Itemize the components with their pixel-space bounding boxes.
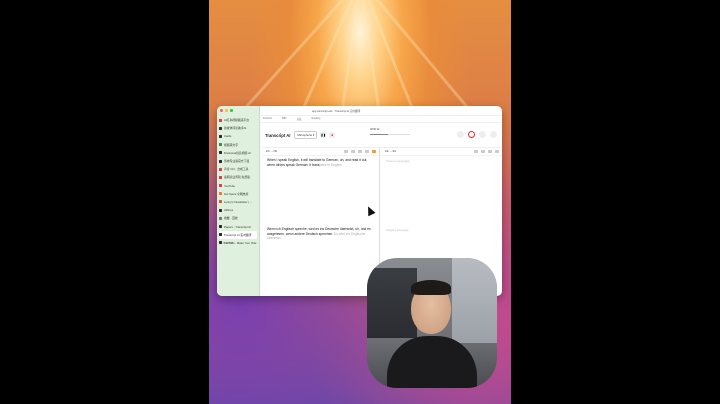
new-tab-button[interactable]: + New Tab <box>221 242 233 245</box>
sidebar-tab-item[interactable]: YouTube <box>219 182 257 190</box>
favicon-icon <box>219 143 222 147</box>
sidebar-tab-label: 速刷商业剪辑 免费版 <box>224 175 250 180</box>
favicon-icon <box>219 159 222 163</box>
panel-toolbar: DE → EN <box>381 148 502 156</box>
source-transcript: When I speak English, it will translate … <box>267 158 375 167</box>
source-text-pending: lates to English <box>319 162 342 167</box>
translate-icon[interactable] <box>344 150 348 153</box>
favicon-icon <box>219 225 222 229</box>
favicon-icon <box>219 118 222 122</box>
sidebar-tab-label: 收藏 - 回收 <box>224 216 238 221</box>
panel-toolbar: EN → DE <box>262 148 379 156</box>
sidebar-tab-label: Lenny's Newsletter | ... <box>224 199 253 204</box>
speaker-icon[interactable] <box>372 150 376 153</box>
favicon-icon <box>219 233 222 237</box>
translate-icon[interactable] <box>474 150 478 153</box>
bookmarks-bar: Fanfictio BBF 总结 Reading <box>260 115 502 123</box>
language-pair[interactable]: EN → DE <box>266 150 277 153</box>
sidebar-tab-item[interactable]: 声音 Ctrl - 合成工具 <box>219 165 257 173</box>
sidebar-tab-item[interactable]: Airlines <box>219 206 257 214</box>
sidebar-tab-label: AI红书视频搬运平台 <box>224 118 250 123</box>
source-text: When I speak English, it will translate … <box>267 158 368 167</box>
target-transcript: Wenn ich Englisch spreche, wird es ins D… <box>267 227 375 241</box>
recording-timer: 00:00:12 <box>370 128 380 131</box>
bookmark-item[interactable]: 总结 <box>297 117 302 121</box>
user-icon[interactable] <box>490 131 497 138</box>
share-icon[interactable] <box>457 131 464 138</box>
favicon-icon <box>219 134 222 138</box>
sidebar-tab-item[interactable]: Transcript AI 实时翻译 <box>219 230 257 239</box>
favicon-icon <box>219 208 222 212</box>
favicon-icon <box>219 200 222 204</box>
sidebar: AI红书视频搬运平台 新媒体评论助手AI Cards 视频转文字 Dreamina创意视… <box>217 106 260 296</box>
target-placeholder: Target Language <box>386 228 409 232</box>
sidebar-tab-label: Airlines <box>224 208 234 213</box>
favicon-icon <box>219 167 222 171</box>
settings-icon[interactable] <box>479 131 486 138</box>
app-header: Transcript AI Microphone ▾ ❚❚ ■ 00:00:12 <box>260 123 502 147</box>
webcam-overlay <box>367 258 497 388</box>
sidebar-tab-list: AI红书视频搬运平台 新媒体评论助手AI Cards 视频转文字 Dreamina创意视… <box>219 116 257 247</box>
sidebar-tab-label: YouTube <box>224 183 235 188</box>
progress-fill <box>370 134 388 135</box>
bookmark-item[interactable]: Fanfictio <box>263 117 272 120</box>
sidebar-tab-label: Hot Spots 全网热榜 <box>224 191 249 196</box>
favicon-icon <box>219 151 222 155</box>
sidebar-tab-label: Transcript AI 实时翻译 <box>224 232 252 237</box>
window-controls <box>220 109 233 112</box>
favicon-icon <box>219 175 222 179</box>
favicon-icon <box>219 184 222 188</box>
expand-icon[interactable] <box>351 150 355 153</box>
bookmark-item[interactable]: BBF <box>282 117 287 120</box>
sidebar-tab-item[interactable]: 收藏 - 回收 <box>219 214 257 222</box>
sidebar-tab-item[interactable]: AI红书视频搬运平台 <box>219 116 257 124</box>
url-field[interactable]: app.transcript.ai/s · Transcript AI 实时翻译 <box>312 109 360 113</box>
close-window-button[interactable] <box>220 109 223 112</box>
expand-icon[interactable] <box>481 150 485 153</box>
favicon-icon <box>219 126 222 130</box>
source-placeholder: Source Language <box>386 159 410 163</box>
stop-icon: ■ <box>331 133 334 137</box>
pause-icon: ❚❚ <box>320 133 326 137</box>
sidebar-tab-item[interactable]: 剪映专业版官方下载 <box>219 157 257 165</box>
sidebar-tab-label: 视频转文字 <box>224 142 238 147</box>
copy-icon[interactable] <box>488 150 492 153</box>
sidebar-tab-item[interactable]: Lenny's Newsletter | ... <box>219 198 257 206</box>
sidebar-tab-label: 剪映专业版官方下载 <box>224 159 250 164</box>
progress-bar <box>370 134 410 135</box>
font-icon[interactable] <box>358 150 362 153</box>
bookmark-item[interactable]: Reading <box>311 117 320 120</box>
sidebar-tab-item[interactable]: 视频转文字 <box>219 141 257 149</box>
sidebar-tab-item[interactable]: Hot Spots 全网热榜 <box>219 190 257 198</box>
record-icon[interactable] <box>468 131 475 138</box>
sidebar-tab-item[interactable]: 新媒体评论助手AI <box>219 124 257 132</box>
microphone-select[interactable]: Microphone ▾ <box>294 131 318 139</box>
translation-panel-left: EN → DE When I speak English, it will tr… <box>262 147 380 296</box>
favicon-icon <box>219 192 222 196</box>
sidebar-tab-label: 新媒体评论助手AI <box>224 126 247 131</box>
sidebar-tab-label: 声音 Ctrl - 合成工具 <box>224 167 249 172</box>
app-brand: Transcript AI <box>265 132 291 138</box>
header-actions <box>457 131 497 138</box>
sidebar-tab-label: Papers · Transcript AI <box>224 224 251 229</box>
sidebar-tab-label: Cards <box>224 134 232 139</box>
speaker-icon[interactable] <box>495 150 499 153</box>
sidebar-tab-item[interactable]: Papers · Transcript AI <box>219 222 257 230</box>
pause-button[interactable]: ❚❚ <box>320 132 327 138</box>
minimize-window-button[interactable] <box>225 109 228 112</box>
sidebar-tab-item[interactable]: 速刷商业剪辑 免费版 <box>219 173 257 181</box>
copy-icon[interactable] <box>365 150 369 153</box>
zoom-window-button[interactable] <box>230 109 233 112</box>
stop-button[interactable]: ■ <box>329 132 336 138</box>
sidebar-tab-label: Dreamina创意视频 AI <box>224 150 251 155</box>
sidebar-tab-item[interactable]: Dreamina创意视频 AI <box>219 149 257 157</box>
favicon-icon <box>219 216 222 220</box>
language-pair[interactable]: DE → EN <box>385 150 396 153</box>
sidebar-tab-item[interactable]: Cards <box>219 132 257 140</box>
